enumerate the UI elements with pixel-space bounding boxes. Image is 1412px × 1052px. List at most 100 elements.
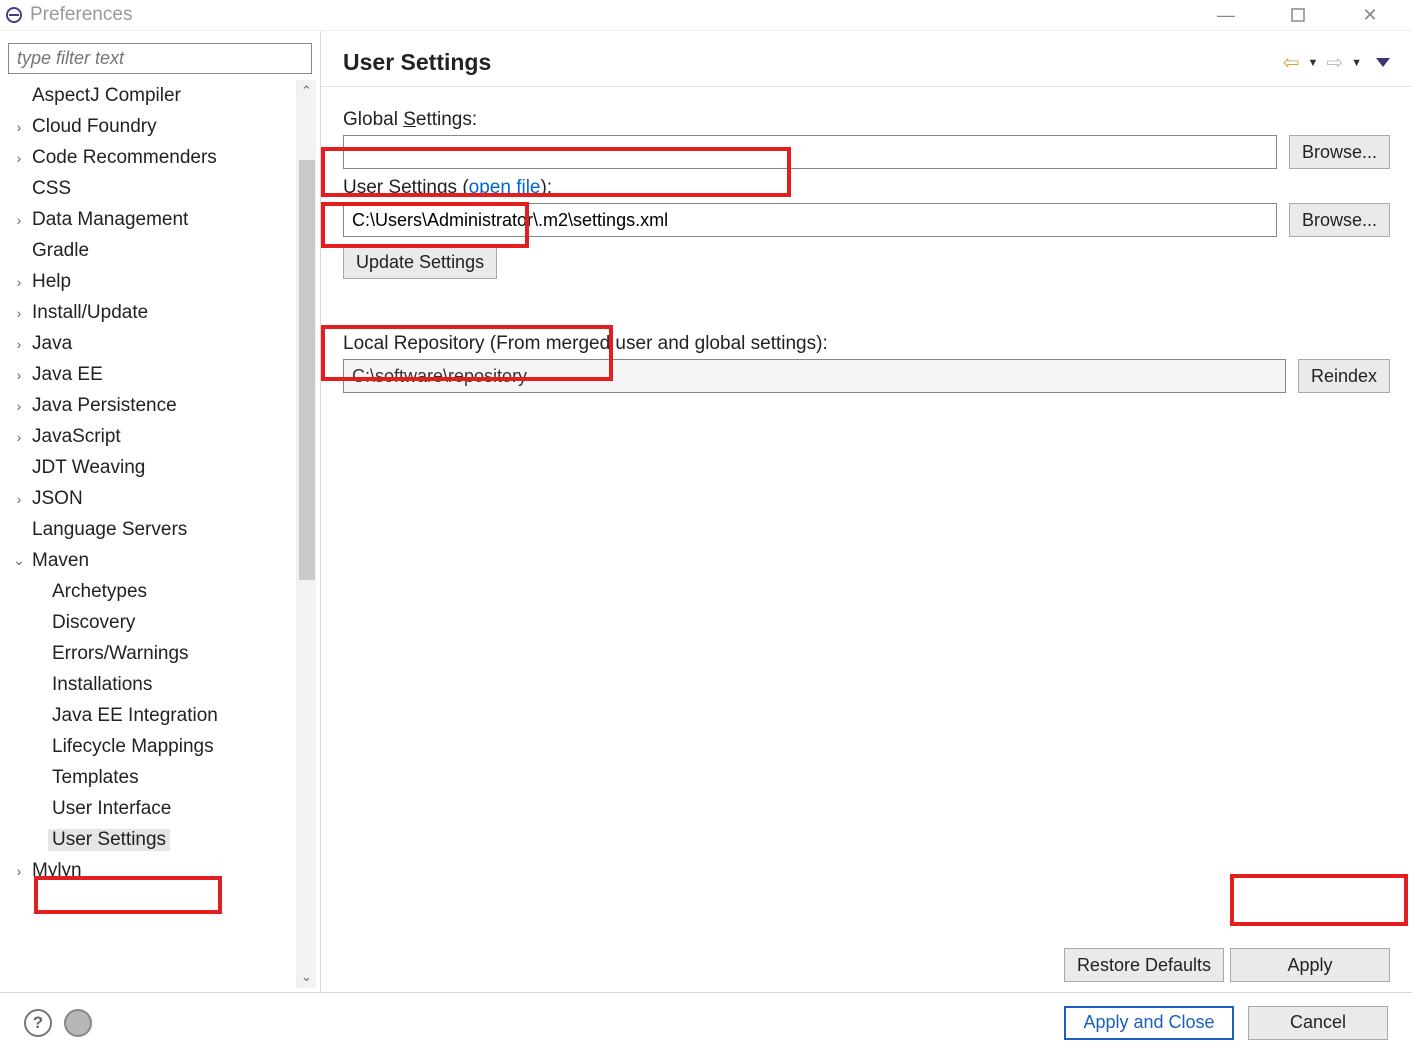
tree-arrow-icon[interactable]: › [10,119,28,135]
tree-item-java-ee-integration[interactable]: ›Java EE Integration [8,700,292,731]
tree-arrow-icon[interactable]: › [10,863,28,879]
minimize-button[interactable]: — [1208,3,1244,27]
filter-input[interactable] [8,43,312,74]
global-label-mnemonic: S [403,109,416,130]
maximize-button[interactable] [1280,3,1316,27]
tree-item-install-update[interactable]: ›Install/Update [8,297,292,328]
tree-item-java-ee[interactable]: ›Java EE [8,359,292,390]
tree-arrow-icon[interactable]: › [10,367,28,383]
sidebar: ›AspectJ Compiler›Cloud Foundry›Code Rec… [0,31,320,992]
window-title: Preferences [30,4,132,26]
user-label-pre: User Settings ( [343,177,469,198]
tree-item-language-servers[interactable]: ›Language Servers [8,514,292,545]
tree-arrow-icon[interactable]: › [10,491,28,507]
tree-item-user-interface[interactable]: ›User Interface [8,793,292,824]
tree-item-label: User Interface [48,798,175,820]
tree-item-help[interactable]: ›Help [8,266,292,297]
tree-item-user-settings[interactable]: ›User Settings [8,824,292,855]
tree-item-mylyn[interactable]: ›Mylyn [8,855,292,886]
view-menu-icon[interactable] [1376,58,1390,67]
tree-item-label: AspectJ Compiler [28,85,185,107]
tree-item-label: Help [28,271,75,293]
update-settings-button[interactable]: Update Settings [343,245,497,279]
restore-defaults-button[interactable]: Restore Defaults [1064,948,1224,982]
tree-item-label: Java Persistence [28,395,181,417]
app-icon [4,5,24,25]
tree-item-label: Discovery [48,612,139,634]
nav-back-icon[interactable]: ⇦ [1283,50,1300,75]
tree-item-label: User Settings [48,829,170,851]
user-settings-label: User Settings (open file): [343,177,1390,199]
global-settings-input[interactable] [343,135,1277,169]
user-label-post: ): [541,177,553,198]
footer: ? Apply and Close Cancel [0,992,1412,1052]
tree-item-label: Templates [48,767,143,789]
nav-back-dropdown[interactable]: ▼ [1307,57,1318,69]
tree-item-label: JDT Weaving [28,457,149,479]
tree-item-label: Java [28,333,76,355]
content-header: User Settings ⇦ ▼ ⇨ ▼ [321,31,1412,87]
tree-arrow-icon[interactable]: › [10,274,28,290]
apply-and-close-button[interactable]: Apply and Close [1064,1006,1234,1040]
tree-item-label: Cloud Foundry [28,116,161,138]
tree-item-java[interactable]: ›Java [8,328,292,359]
tree-item-maven[interactable]: ⌄Maven [8,545,292,576]
import-export-icon[interactable] [64,1009,92,1037]
tree-item-data-management[interactable]: ›Data Management [8,204,292,235]
tree-item-label: Errors/Warnings [48,643,193,665]
tree-arrow-icon[interactable]: › [10,398,28,414]
tree-item-label: Maven [28,550,93,572]
tree-item-label: Language Servers [28,519,191,541]
tree-item-archetypes[interactable]: ›Archetypes [8,576,292,607]
page-title: User Settings [343,49,491,76]
tree-item-code-recommenders[interactable]: ›Code Recommenders [8,142,292,173]
tree-item-gradle[interactable]: ›Gradle [8,235,292,266]
tree-item-errors-warnings[interactable]: ›Errors/Warnings [8,638,292,669]
tree-scrollbar[interactable]: ⌃ ⌄ [296,80,316,988]
tree-arrow-icon[interactable]: › [10,212,28,228]
local-repo-input [343,359,1286,393]
user-browse-button[interactable]: Browse... [1289,203,1390,237]
tree-arrow-icon[interactable]: › [10,305,28,321]
nav-forward-dropdown[interactable]: ▼ [1351,57,1362,69]
apply-button[interactable]: Apply [1230,948,1390,982]
local-repo-label: Local Repository (From merged user and g… [343,333,1390,355]
tree-item-css[interactable]: ›CSS [8,173,292,204]
help-icon[interactable]: ? [24,1009,52,1037]
cancel-button[interactable]: Cancel [1248,1006,1388,1040]
scroll-down-icon[interactable]: ⌄ [297,966,316,988]
tree-item-templates[interactable]: ›Templates [8,762,292,793]
tree-arrow-icon[interactable]: › [10,150,28,166]
tree-item-label: Installations [48,674,156,696]
close-button[interactable]: ✕ [1352,3,1388,27]
tree-item-label: Gradle [28,240,93,262]
preferences-tree: ›AspectJ Compiler›Cloud Foundry›Code Rec… [8,80,296,988]
titlebar: Preferences — ✕ [0,0,1412,30]
tree-item-java-persistence[interactable]: ›Java Persistence [8,390,292,421]
tree-item-json[interactable]: ›JSON [8,483,292,514]
open-file-link[interactable]: open file [469,177,541,198]
tree-item-label: Install/Update [28,302,152,324]
scroll-thumb[interactable] [299,160,315,580]
global-settings-label: Global Settings: [343,109,1390,131]
tree-item-label: CSS [28,178,75,200]
tree-item-cloud-foundry[interactable]: ›Cloud Foundry [8,111,292,142]
tree-item-label: Code Recommenders [28,147,221,169]
tree-item-javascript[interactable]: ›JavaScript [8,421,292,452]
content-panel: User Settings ⇦ ▼ ⇨ ▼ Global Settings: B… [320,31,1412,992]
tree-item-jdt-weaving[interactable]: ›JDT Weaving [8,452,292,483]
tree-item-label: Mylyn [28,860,86,882]
tree-item-lifecycle-mappings[interactable]: ›Lifecycle Mappings [8,731,292,762]
tree-item-installations[interactable]: ›Installations [8,669,292,700]
tree-item-aspectj-compiler[interactable]: ›AspectJ Compiler [8,80,292,111]
global-browse-button[interactable]: Browse... [1289,135,1390,169]
tree-item-discovery[interactable]: ›Discovery [8,607,292,638]
user-settings-input[interactable] [343,203,1277,237]
nav-forward-icon[interactable]: ⇨ [1326,50,1343,75]
tree-arrow-icon[interactable]: › [10,429,28,445]
tree-arrow-icon[interactable]: › [10,336,28,352]
tree-arrow-icon[interactable]: ⌄ [10,552,28,569]
tree-item-label: JSON [28,488,87,510]
scroll-up-icon[interactable]: ⌃ [297,80,316,102]
reindex-button[interactable]: Reindex [1298,359,1390,393]
